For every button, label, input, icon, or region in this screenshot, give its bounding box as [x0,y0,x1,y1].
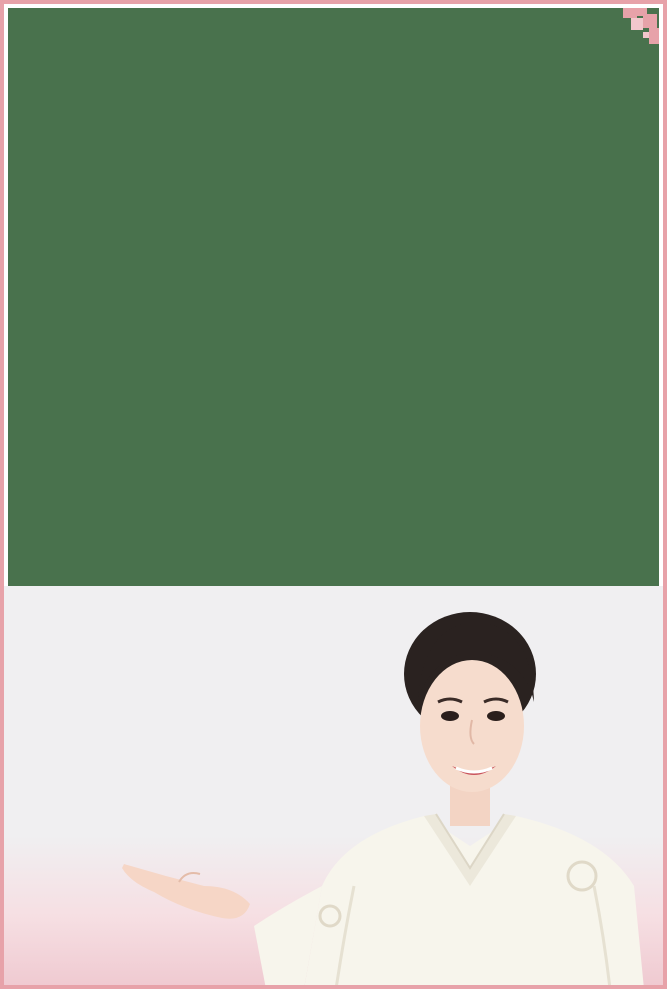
card-frame [0,0,667,989]
corner-decoration-icon [623,8,659,44]
portrait-photo [4,586,663,985]
woman-portrait-illustration [122,612,644,985]
content-panel [8,8,659,586]
